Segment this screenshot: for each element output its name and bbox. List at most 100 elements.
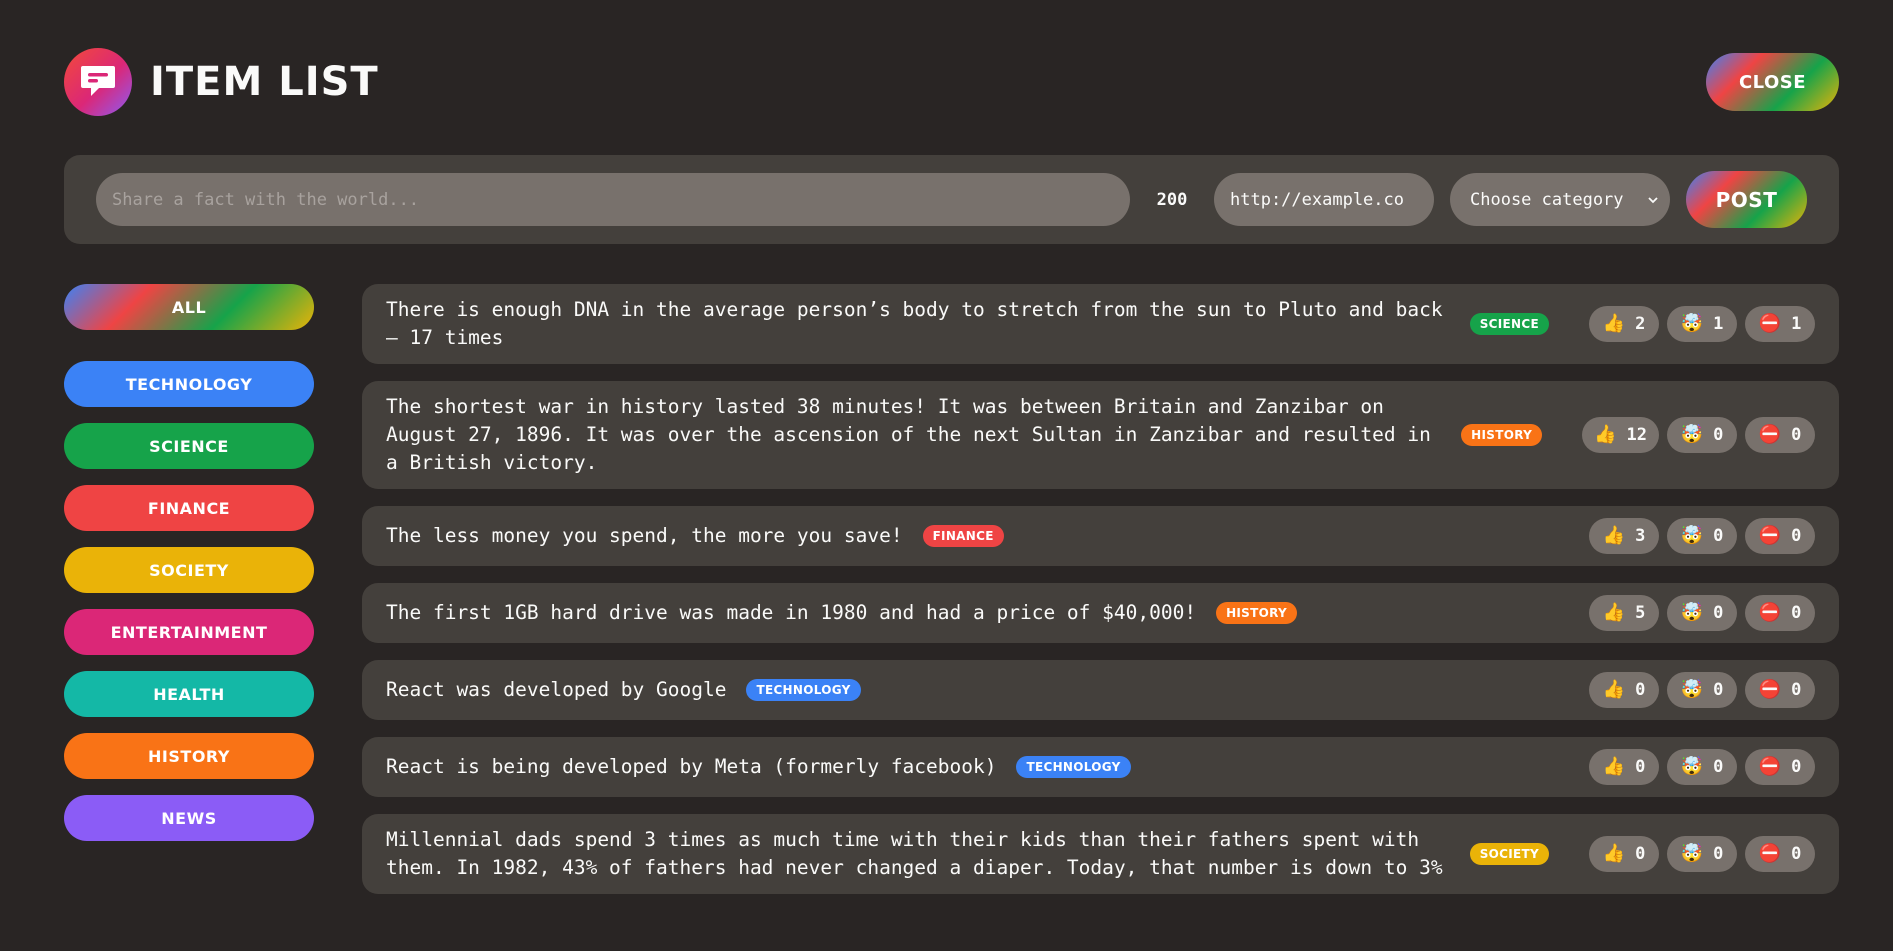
mindblowing-vote-button[interactable]: 🤯 0 — [1667, 672, 1737, 708]
false-vote-button[interactable]: ⛔ 0 — [1745, 672, 1815, 708]
mindblowing-vote-button[interactable]: 🤯 0 — [1667, 518, 1737, 554]
thumbs-up-icon: 👍 — [1602, 843, 1626, 864]
vote-buttons: 👍 0 🤯 0 ⛔ 0 — [1589, 749, 1815, 785]
mindblowing-vote-button[interactable]: 🤯 0 — [1667, 595, 1737, 631]
vote-count: 0 — [1713, 425, 1724, 445]
fact-text: The shortest war in history lasted 38 mi… — [386, 395, 1431, 474]
category-tag: technology — [1016, 756, 1131, 778]
fact-text: The first 1GB hard drive was made in 198… — [386, 601, 1197, 624]
fact-item: Millennial dads spend 3 times as much ti… — [362, 814, 1839, 894]
vote-count: 0 — [1791, 844, 1802, 864]
vote-count: 1 — [1791, 314, 1802, 334]
vote-buttons: 👍 12 🤯 0 ⛔ 0 — [1582, 417, 1815, 453]
category-tag: society — [1469, 843, 1549, 865]
category-tag: technology — [746, 679, 861, 701]
vote-count: 0 — [1635, 844, 1646, 864]
mind-blown-icon: 🤯 — [1680, 424, 1704, 445]
post-button[interactable]: Post — [1686, 171, 1807, 228]
category-filter-entertainment[interactable]: Entertainment — [64, 609, 314, 655]
vote-count: 0 — [1713, 844, 1724, 864]
page-title: Item List — [150, 59, 379, 105]
thumbs-up-icon: 👍 — [1602, 679, 1626, 700]
interesting-vote-button[interactable]: 👍 0 — [1589, 672, 1659, 708]
interesting-vote-button[interactable]: 👍 2 — [1589, 306, 1659, 342]
vote-count: 0 — [1791, 603, 1802, 623]
no-entry-icon: ⛔ — [1758, 602, 1782, 623]
fact-item: The less money you spend, the more you s… — [362, 506, 1839, 566]
false-vote-button[interactable]: ⛔ 0 — [1745, 836, 1815, 872]
fact-item: The first 1GB hard drive was made in 198… — [362, 583, 1839, 643]
fact-item: React is being developed by Meta (former… — [362, 737, 1839, 797]
interesting-vote-button[interactable]: 👍 12 — [1582, 417, 1659, 453]
vote-count: 0 — [1713, 757, 1724, 777]
thumbs-up-icon: 👍 — [1602, 602, 1626, 623]
category-filter-science[interactable]: Science — [64, 423, 314, 469]
vote-count: 0 — [1713, 680, 1724, 700]
fact-text: There is enough DNA in the average perso… — [386, 298, 1443, 349]
fact-text: React is being developed by Meta (former… — [386, 755, 997, 778]
chevron-down-icon — [1648, 190, 1658, 210]
brand: Item List — [64, 48, 379, 116]
close-button[interactable]: Close — [1706, 53, 1839, 111]
category-filter-finance[interactable]: Finance — [64, 485, 314, 531]
vote-buttons: 👍 0 🤯 0 ⛔ 0 — [1589, 672, 1815, 708]
false-vote-button[interactable]: ⛔ 0 — [1745, 518, 1815, 554]
vote-count: 0 — [1791, 757, 1802, 777]
category-filter-news[interactable]: News — [64, 795, 314, 841]
vote-count: 0 — [1791, 680, 1802, 700]
category-tag: history — [1461, 424, 1543, 446]
fact-item: React was developed by Google technology 👍… — [362, 660, 1839, 720]
vote-count: 12 — [1626, 425, 1647, 445]
new-fact-form: 200 Choose category Post — [64, 155, 1839, 244]
no-entry-icon: ⛔ — [1758, 843, 1782, 864]
false-vote-button[interactable]: ⛔ 0 — [1745, 749, 1815, 785]
vote-count: 2 — [1635, 314, 1646, 334]
interesting-vote-button[interactable]: 👍 0 — [1589, 749, 1659, 785]
category-sidebar: All Technology Science Finance Society Enter… — [64, 284, 314, 857]
mind-blown-icon: 🤯 — [1680, 313, 1704, 334]
fact-item: There is enough DNA in the average perso… — [362, 284, 1839, 364]
thumbs-up-icon: 👍 — [1602, 313, 1626, 334]
mind-blown-icon: 🤯 — [1680, 843, 1704, 864]
category-filter-health[interactable]: Health — [64, 671, 314, 717]
category-tag: history — [1216, 602, 1297, 624]
vote-buttons: 👍 2 🤯 1 ⛔ 1 — [1589, 306, 1815, 342]
no-entry-icon: ⛔ — [1758, 756, 1782, 777]
interesting-vote-button[interactable]: 👍 5 — [1589, 595, 1659, 631]
mindblowing-vote-button[interactable]: 🤯 0 — [1667, 417, 1737, 453]
vote-buttons: 👍 5 🤯 0 ⛔ 0 — [1589, 595, 1815, 631]
mindblowing-vote-button[interactable]: 🤯 0 — [1667, 749, 1737, 785]
false-vote-button[interactable]: ⛔ 0 — [1745, 417, 1815, 453]
category-tag: science — [1469, 313, 1549, 335]
vote-count: 5 — [1635, 603, 1646, 623]
mindblowing-vote-button[interactable]: 🤯 1 — [1667, 306, 1737, 342]
interesting-vote-button[interactable]: 👍 0 — [1589, 836, 1659, 872]
vote-count: 0 — [1791, 526, 1802, 546]
char-count: 200 — [1156, 189, 1188, 210]
category-filter-technology[interactable]: Technology — [64, 361, 314, 407]
fact-input[interactable] — [96, 173, 1130, 226]
vote-buttons: 👍 0 🤯 0 ⛔ 0 — [1589, 836, 1815, 872]
category-select[interactable]: Choose category — [1450, 173, 1670, 226]
interesting-vote-button[interactable]: 👍 3 — [1589, 518, 1659, 554]
thumbs-up-icon: 👍 — [1594, 424, 1617, 445]
vote-count: 1 — [1713, 314, 1724, 334]
category-filter-all[interactable]: All — [64, 284, 314, 330]
mind-blown-icon: 🤯 — [1680, 525, 1704, 546]
category-filter-society[interactable]: Society — [64, 547, 314, 593]
source-url-input[interactable] — [1214, 173, 1434, 226]
no-entry-icon: ⛔ — [1758, 525, 1782, 546]
thumbs-up-icon: 👍 — [1602, 756, 1626, 777]
mind-blown-icon: 🤯 — [1680, 756, 1704, 777]
mind-blown-icon: 🤯 — [1680, 679, 1704, 700]
no-entry-icon: ⛔ — [1758, 424, 1782, 445]
fact-item: The shortest war in history lasted 38 mi… — [362, 381, 1839, 489]
logo-icon — [64, 48, 132, 116]
no-entry-icon: ⛔ — [1758, 679, 1782, 700]
mindblowing-vote-button[interactable]: 🤯 0 — [1667, 836, 1737, 872]
false-vote-button[interactable]: ⛔ 0 — [1745, 595, 1815, 631]
vote-count: 0 — [1791, 425, 1802, 445]
category-tag: finance — [922, 525, 1004, 547]
false-vote-button[interactable]: ⛔ 1 — [1745, 306, 1815, 342]
category-filter-history[interactable]: History — [64, 733, 314, 779]
